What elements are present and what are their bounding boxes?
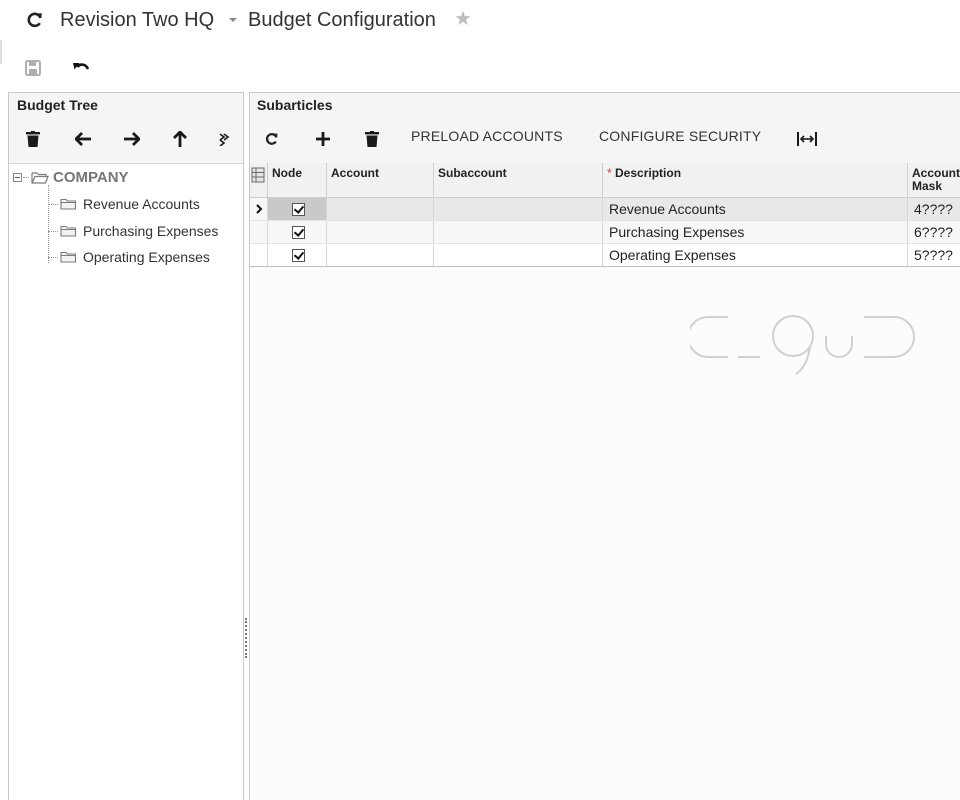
cell-account[interactable] [327,221,434,243]
cell-account-mask[interactable]: 4???? [908,198,960,220]
cell-subaccount[interactable] [434,221,603,243]
column-chooser-button[interactable] [250,163,268,197]
cell-subaccount[interactable] [434,244,603,266]
arrow-left-icon [75,132,91,146]
tree-item-label: Revenue Accounts [83,196,200,212]
subarticles-header: Subarticles PRELOAD ACCOUNTS CONFIGURE S… [250,93,960,164]
fit-columns-icon [797,132,817,146]
configure-security-button[interactable]: CONFIGURE SECURITY [599,128,761,144]
folder-icon [60,198,77,210]
column-settings-icon [251,167,265,183]
company-selector[interactable]: Revision Two HQ [60,9,214,32]
budget-tree-title: Budget Tree [17,97,98,113]
cell-account-mask[interactable]: 6???? [908,221,960,243]
tree-connector [23,176,29,178]
preload-accounts-button[interactable]: PRELOAD ACCOUNTS [411,128,563,144]
cell-subaccount[interactable] [434,198,603,220]
column-header-description-label: Description [615,166,682,180]
grid-refresh-button[interactable] [259,126,285,152]
cell-description[interactable]: Purchasing Expenses [603,221,908,243]
tree-delete-button[interactable] [20,126,46,152]
tree-node-purchasing-expenses[interactable]: Purchasing Expenses [48,222,218,240]
delete-row-button[interactable] [359,126,385,152]
cell-description[interactable]: Revenue Accounts [603,198,908,220]
row-selector[interactable] [250,198,268,220]
row-selector[interactable] [250,244,268,266]
favorite-star-icon[interactable]: ★ [454,8,474,30]
tree-more-button[interactable] [211,126,237,152]
subarticles-title: Subarticles [257,97,333,113]
column-header-account[interactable]: Account [327,163,434,197]
tree-connector [48,203,58,205]
column-header-node[interactable]: Node [268,163,327,197]
fit-columns-button[interactable] [794,126,820,152]
tree-item-label: Operating Expenses [83,249,210,265]
folder-icon [60,251,77,263]
add-row-button[interactable] [310,126,336,152]
trash-icon [26,131,40,147]
required-marker: * [607,166,612,180]
collapse-toggle-icon[interactable] [13,172,22,182]
cell-description[interactable]: Operating Expenses [603,244,908,266]
cell-account[interactable] [327,198,434,220]
node-checkbox[interactable] [292,249,305,262]
tree-connector [48,256,58,258]
tree-item-label: Purchasing Expenses [83,223,219,239]
tree-node-company[interactable]: COMPANY [13,168,129,186]
undo-button[interactable] [70,57,92,79]
arrow-up-icon [173,131,187,147]
node-checkbox[interactable] [292,226,305,239]
cell-node [268,198,327,220]
column-header-account-mask[interactable]: Account Mask [908,163,960,197]
table-row[interactable]: Operating Expenses 5???? [250,244,960,267]
undo-icon [73,63,90,70]
cell-node [268,244,327,266]
tree-move-up-button[interactable] [167,126,193,152]
column-header-subaccount[interactable]: Subaccount [434,163,603,197]
tree-move-right-button[interactable] [119,126,145,152]
tree-node-operating-expenses[interactable]: Operating Expenses [48,248,210,266]
cell-account-mask[interactable]: 5???? [908,244,960,266]
header-refresh-button[interactable] [24,8,46,32]
refresh-icon [27,12,42,28]
budget-tree-panel: Budget Tree COMPANY Revenue Accounts Pur… [8,92,244,800]
grid-bottom-border [250,266,960,267]
folder-icon [60,225,77,237]
folder-open-icon [31,171,49,184]
add-icon [316,132,330,146]
current-row-chevron-icon [256,204,263,214]
header-left-rule [0,40,2,64]
save-button[interactable] [22,57,44,79]
cell-node [268,221,327,243]
refresh-icon [265,133,278,145]
dropdown-caret-icon[interactable] [229,18,237,22]
grid-header: Node Account Subaccount * Description Ac… [250,163,960,198]
save-icon [25,60,41,76]
screen-title: Budget Configuration [248,9,436,31]
tree-connector [48,230,58,232]
table-row[interactable]: Purchasing Expenses 6???? [250,221,960,244]
row-selector[interactable] [250,221,268,243]
trash-icon [365,131,379,147]
tree-move-left-button[interactable] [70,126,96,152]
column-header-description[interactable]: * Description [603,163,908,197]
tree-node-revenue-accounts[interactable]: Revenue Accounts [48,195,200,213]
subarticles-panel: Subarticles PRELOAD ACCOUNTS CONFIGURE S… [249,92,960,800]
table-row[interactable]: Revenue Accounts 4???? [250,198,960,221]
watermark-logo-icon [687,312,916,381]
arrow-right-icon [124,132,140,146]
node-checkbox[interactable] [292,203,305,216]
more-icon [219,133,230,146]
budget-tree-header: Budget Tree [9,93,243,164]
tree-root-label: COMPANY [53,168,129,186]
cell-account[interactable] [327,244,434,266]
